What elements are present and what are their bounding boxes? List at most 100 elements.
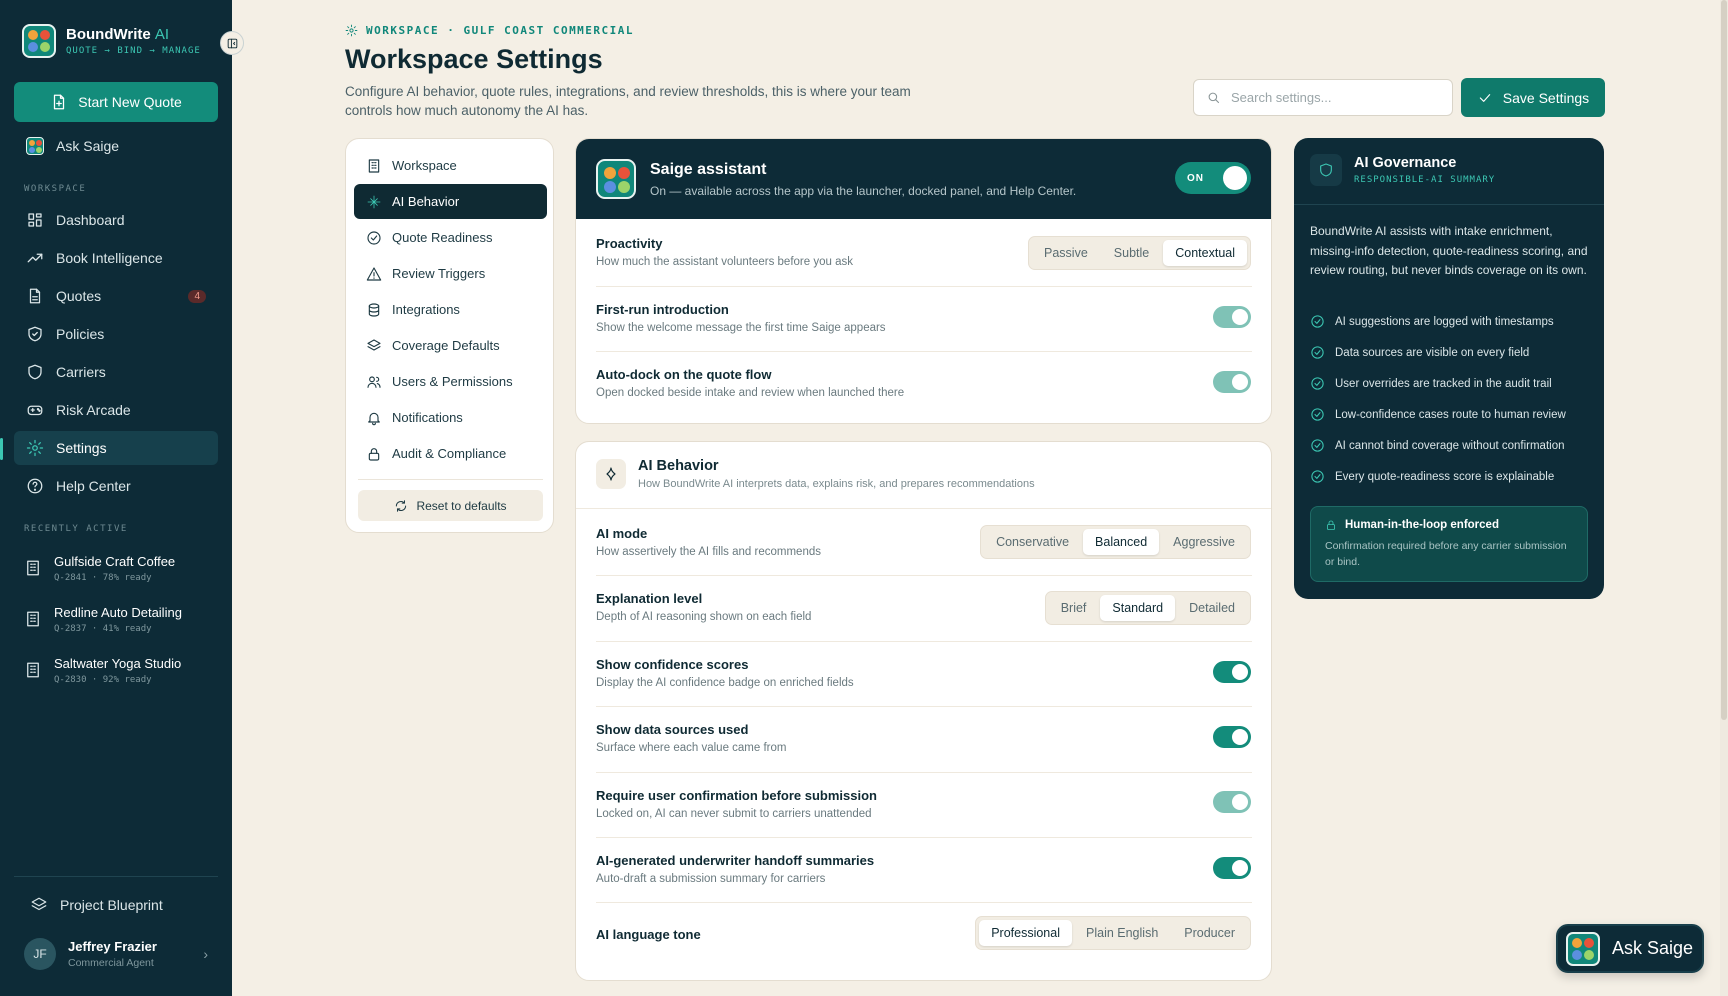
settings-nav-users-permissions[interactable]: Users & Permissions	[354, 364, 547, 399]
active-indicator	[0, 438, 3, 460]
hitl-description: Confirmation required before any carrier…	[1325, 540, 1567, 568]
brand[interactable]: BoundWrite AI QUOTE → BIND → MANAGE	[22, 24, 201, 58]
recent-item-meta: Q-2837 · 41% ready	[54, 624, 152, 634]
reset-defaults-button[interactable]: Reset to defaults	[358, 490, 543, 521]
proactivity-option-contextual[interactable]: Contextual	[1163, 240, 1247, 266]
settings-nav-audit-compliance[interactable]: Audit & Compliance	[354, 436, 547, 471]
governance-item-text: AI cannot bind coverage without confirma…	[1335, 439, 1565, 452]
shield-check-icon	[28, 326, 42, 342]
file-icon	[29, 288, 41, 304]
hitl-callout: Human-in-the-loop enforced Confirmation …	[1310, 506, 1588, 582]
tone-option-professional[interactable]: Professional	[979, 920, 1072, 946]
explanation-option-detailed[interactable]: Detailed	[1177, 595, 1247, 621]
check-circle-icon	[1311, 439, 1324, 452]
governance-intro: BoundWrite AI assists with intake enrich…	[1310, 224, 1588, 277]
settings-nav-label: Review Triggers	[392, 266, 486, 281]
tone-option-producer[interactable]: Producer	[1172, 920, 1247, 946]
toggle-knob	[1232, 729, 1248, 745]
sidebar-item-dashboard[interactable]: Dashboard	[14, 203, 218, 237]
sidebar-item-label: Book Intelligence	[56, 250, 163, 266]
grid-icon	[28, 213, 42, 227]
settings-nav-ai-behavior[interactable]: AI Behavior	[354, 184, 547, 219]
search-box[interactable]	[1193, 79, 1453, 116]
sidebar-item-label: Quotes	[56, 288, 102, 304]
ask-saige-label: Ask Saige	[1612, 938, 1694, 958]
sidebar-item-ask-saige[interactable]: Ask Saige	[14, 129, 218, 163]
sidebar-item-policies[interactable]: Policies	[14, 317, 218, 351]
lock-icon	[368, 447, 380, 461]
sidebar-item-risk-arcade[interactable]: Risk Arcade	[14, 393, 218, 427]
saige-title: Saige assistant	[650, 160, 767, 178]
shield-icon	[28, 364, 42, 380]
save-settings-label: Save Settings	[1502, 89, 1590, 106]
ai-mode-option-balanced[interactable]: Balanced	[1083, 529, 1160, 555]
saige-logo	[596, 159, 636, 199]
recent-item[interactable]: Redline Auto Detailing Q-2837 · 41% ready	[24, 605, 182, 634]
recent-item[interactable]: Saltwater Yoga Studio Q-2830 · 92% ready	[24, 656, 181, 685]
settings-nav-label: Coverage Defaults	[392, 338, 500, 353]
tone-option-plain-english[interactable]: Plain English	[1074, 920, 1170, 946]
proactivity-option-passive[interactable]: Passive	[1032, 240, 1100, 266]
building-icon	[368, 158, 380, 173]
gear-icon	[26, 439, 44, 457]
settings-nav-integrations[interactable]: Integrations	[354, 292, 547, 327]
sidebar-item-quotes[interactable]: Quotes 4	[14, 279, 218, 313]
governance-header: AI Governance RESPONSIBLE-AI SUMMARY	[1310, 154, 1495, 186]
setting-row-confirmation: Require user confirmation before submiss…	[596, 788, 1252, 820]
settings-nav-quote-readiness[interactable]: Quote Readiness	[354, 220, 547, 255]
avatar: JF	[24, 938, 56, 970]
search-input[interactable]	[1231, 90, 1431, 105]
explanation-option-standard[interactable]: Standard	[1100, 595, 1176, 621]
gamepad-icon	[27, 405, 43, 416]
recent-item-title: Gulfside Craft Coffee	[54, 554, 176, 569]
ask-saige-launcher[interactable]: Ask Saige	[1556, 924, 1704, 973]
sidebar-item-book-intelligence[interactable]: Book Intelligence	[14, 241, 218, 275]
proactivity-option-subtle[interactable]: Subtle	[1102, 240, 1161, 266]
first-run-toggle[interactable]	[1213, 306, 1251, 328]
new-file-icon	[54, 94, 65, 110]
governance-title: AI Governance	[1354, 155, 1457, 171]
sidebar-item-help-center[interactable]: Help Center	[14, 469, 218, 503]
auto-dock-toggle[interactable]	[1213, 371, 1251, 393]
hitl-title: Human-in-the-loop enforced	[1345, 519, 1499, 531]
settings-nav-workspace[interactable]: Workspace	[354, 148, 547, 183]
gear-icon	[345, 24, 358, 37]
sidebar: BoundWrite AI QUOTE → BIND → MANAGE Star…	[0, 0, 232, 996]
sidebar-item-label: Risk Arcade	[56, 402, 131, 418]
recent-item[interactable]: Gulfside Craft Coffee Q-2841 · 78% ready	[24, 554, 175, 583]
handoff-summaries-toggle[interactable]	[1213, 857, 1251, 879]
governance-item-text: Every quote-readiness score is explainab…	[1335, 470, 1555, 483]
user-menu[interactable]: JF Jeffrey Frazier Commercial Agent ›	[24, 938, 208, 970]
ai-mode-option-conservative[interactable]: Conservative	[984, 529, 1081, 555]
settings-nav-notifications[interactable]: Notifications	[354, 400, 547, 435]
row-divider	[596, 286, 1252, 287]
collapse-sidebar-button[interactable]	[220, 31, 244, 55]
explanation-option-brief[interactable]: Brief	[1049, 595, 1099, 621]
brand-tagline: QUOTE → BIND → MANAGE	[66, 46, 201, 56]
project-blueprint-link[interactable]: Project Blueprint	[30, 896, 163, 914]
settings-nav-coverage-defaults[interactable]: Coverage Defaults	[354, 328, 547, 363]
ai-behavior-title: AI Behavior	[638, 458, 719, 474]
settings-nav-label: Integrations	[392, 302, 460, 317]
saige-enable-toggle[interactable]: ON	[1175, 162, 1251, 194]
sidebar-item-label: Settings	[56, 440, 107, 456]
save-settings-button[interactable]: Save Settings	[1461, 78, 1605, 117]
confidence-scores-toggle[interactable]	[1213, 661, 1251, 683]
settings-nav-label: AI Behavior	[392, 194, 460, 209]
settings-nav-review-triggers[interactable]: Review Triggers	[354, 256, 547, 291]
sidebar-item-label: Carriers	[56, 364, 106, 380]
data-sources-toggle[interactable]	[1213, 726, 1251, 748]
sidebar-collapse-icon	[227, 38, 237, 48]
scrollbar-thumb[interactable]	[1721, 0, 1727, 720]
page-title: Workspace Settings	[345, 44, 603, 74]
sidebar-item-settings[interactable]: Settings	[14, 431, 218, 465]
start-new-quote-button[interactable]: Start New Quote	[14, 82, 218, 122]
toggle-knob	[1232, 664, 1248, 680]
sidebar-item-carriers[interactable]: Carriers	[14, 355, 218, 389]
row-divider	[596, 641, 1252, 642]
layers-icon	[367, 338, 381, 351]
ai-mode-option-aggressive[interactable]: Aggressive	[1161, 529, 1247, 555]
saige-card-header: Saige assistant On — available across th…	[576, 139, 1271, 219]
setting-row-first-run: First-run introduction Show the welcome …	[596, 302, 1252, 334]
page-scrollbar[interactable]	[1720, 0, 1728, 996]
